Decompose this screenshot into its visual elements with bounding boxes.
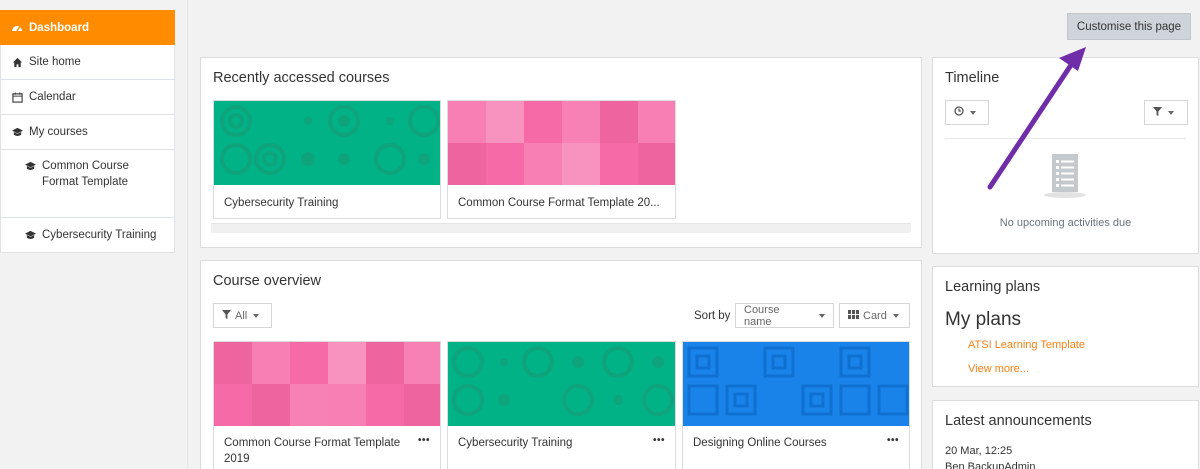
annotation-arrow-icon (987, 47, 1086, 190)
